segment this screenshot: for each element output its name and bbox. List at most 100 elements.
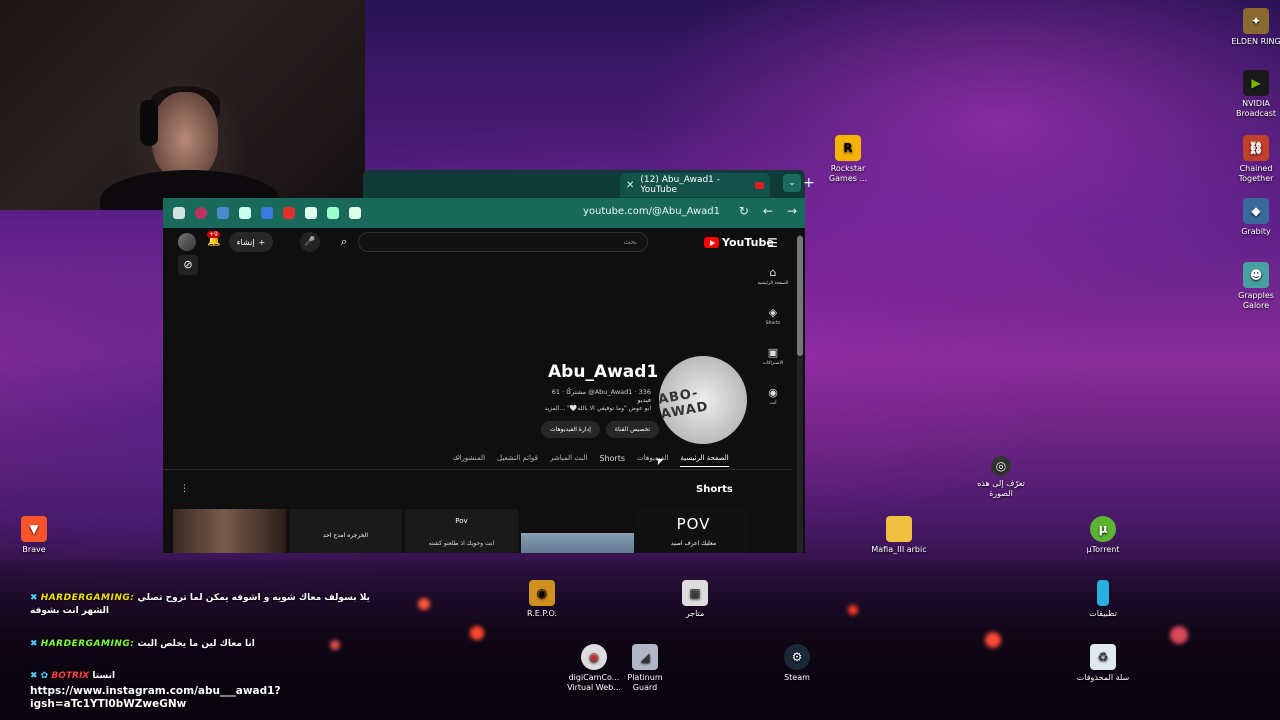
chat-text: انا معاك لين ما يخلص البث [137,639,255,649]
desktop-icon-grapples[interactable]: ☻ Grapples Galore [1226,262,1280,311]
desktop-icon-nvidia-broadcast[interactable]: ▶ NVIDIA Broadcast [1226,70,1280,119]
desktop-icon-steam[interactable]: ⚙ Steam [767,644,827,683]
more-options-icon[interactable]: ⋮ [180,484,189,494]
short-thumbnail[interactable] [173,509,286,553]
hamburger-menu-icon[interactable]: ☰ [767,236,778,250]
notification-count-badge: +9 [207,231,220,238]
repo-icon: ◉ [529,580,555,606]
youtube-play-icon [704,237,719,248]
download-icon[interactable] [239,207,251,219]
tab-posts[interactable]: المنشورات [453,454,485,467]
short-thumbnail[interactable] [521,509,634,553]
account-avatar[interactable] [178,233,196,251]
utorrent-icon: µ [1090,516,1116,542]
youtube-favicon-icon [754,181,764,189]
youtube-logo[interactable]: YouTube [704,236,774,249]
tab-playlists[interactable]: قوائم التشغيل [497,454,538,467]
short-thumbnail[interactable]: POV معليك اعرف اصيد [637,509,750,553]
tab-list-chevron-icon[interactable]: ⌄ [783,174,801,192]
sidebar-item-home[interactable]: ⌂ الصفحة الرئيسية [755,266,791,306]
shorts-icon: ◈ [768,306,778,319]
folder-icon [886,516,912,542]
desktop-icon-utorrent[interactable]: µ µTorrent [1073,516,1133,555]
sidebar-item-you[interactable]: ◉ أنت [755,386,791,426]
tab-title: (12) Abu_Awad1 - YouTube [640,175,721,195]
close-tab-icon[interactable]: ✕ [626,180,634,191]
browser-window: + ✕ (12) Abu_Awad1 - YouTube ⌄ youtube.c… [163,170,815,553]
browser-toolbar: youtube.com/@Abu_Awad1 ↻ ← → [163,198,805,228]
sidebar-item-label: أنت [769,401,777,406]
bokeh-light [470,626,484,640]
sidebar-item-label: الاشتراكات [762,361,784,366]
profile-icon[interactable] [195,207,207,219]
webcam-icon: ◉ [581,644,607,670]
channel-avatar[interactable]: ABO-AWAD [652,349,754,451]
chat-text: الشهر انت بشوفه [30,606,109,616]
customize-channel-button[interactable]: تخصيص القناة [605,421,659,438]
desktop-icon-learn-picture[interactable]: ◎ تعرّف إلى هذه الصورة [971,456,1031,499]
back-icon[interactable]: ← [763,204,773,218]
desktop-icon-repo[interactable]: ◉ R.E.P.O. [512,580,572,619]
webcam-face [152,92,218,178]
channel-description[interactable]: ابو عوض "وما توفيقي الا بالله🤍" ...المزي… [523,405,651,412]
desktop-icon-apps[interactable]: تطبيقات [1073,580,1133,619]
recycle-bin-icon: ♻ [1090,644,1116,670]
desktop-icon-elden-ring[interactable]: ✦ ELDEN RING [1226,8,1280,47]
search-icon[interactable]: ⌕ [333,232,355,252]
scrollbar-thumb[interactable] [797,236,803,356]
block-icon[interactable]: ⊘ [178,255,198,275]
sidebar-item-label: الصفحة الرئيسية [757,281,789,286]
forward-icon[interactable]: → [787,204,797,218]
desktop-icon-rockstar[interactable]: R Rockstar Games ... [818,135,878,184]
voice-search-mic-icon[interactable]: 🎤 [300,232,320,252]
browser-tab-youtube[interactable]: ✕ (12) Abu_Awad1 - YouTube [620,173,770,197]
share-icon[interactable] [349,207,361,219]
extension-icon[interactable] [261,207,273,219]
create-button[interactable]: إنشاء + [229,232,273,252]
bookmark-star-icon[interactable] [305,207,317,219]
short-thumbnail[interactable]: Pov انت وخويك اذ طلعتو كشته [405,509,518,553]
camera-icon: ◎ [991,456,1011,476]
chat-message: ✖ HARDERGAMING: انا معاك لين ما يخلص الب… [30,638,255,651]
create-label: إنشاء [236,237,255,247]
chat-username: HARDERGAMING: [40,639,135,649]
youtube-mini-sidebar: ⌂ الصفحة الرئيسية ◈ Shorts ▣ الاشتراكات … [755,266,791,426]
desktop-icon-grabity[interactable]: ◆ Grabity [1226,198,1280,237]
desktop-icon-brave[interactable]: ▼ Brave [4,516,64,555]
bokeh-light [848,605,858,615]
short-thumbnail[interactable]: الخرجره امدح احد [289,509,402,553]
desktop-icon-stores[interactable]: ▦ متاجر [665,580,725,619]
chat-instagram-link[interactable]: https://www.instagram.com/abu___awad1? i… [30,685,281,711]
elden-ring-icon: ✦ [1243,8,1269,34]
rockstar-icon: R [835,135,861,161]
short-title: POV [676,515,711,533]
desktop-icon-recycle-bin[interactable]: ♻ سلة المحذوفات [1073,644,1133,683]
shorts-section-title: Shorts [696,484,733,495]
reload-icon[interactable]: ↻ [739,204,749,218]
grapples-icon: ☻ [1243,262,1269,288]
chat-badge-icon: ✖ ✿ [30,671,49,681]
address-bar[interactable]: youtube.com/@Abu_Awad1 [583,206,720,217]
extension-icon[interactable] [283,207,295,219]
browser-tabbar: + ✕ (12) Abu_Awad1 - YouTube ⌄ [363,170,815,198]
sidebar-item-subscriptions[interactable]: ▣ الاشتراكات [755,346,791,386]
user-icon: ◉ [768,386,778,399]
menu-dots-icon[interactable] [173,207,185,219]
tab-shorts[interactable]: Shorts [599,454,625,467]
tab-live[interactable]: البث المباشر [550,454,587,467]
zoom-icon[interactable] [327,207,339,219]
sidebar-item-shorts[interactable]: ◈ Shorts [755,306,791,346]
desktop-icon-mafia[interactable]: Mafia_III arbic [869,516,929,555]
channel-tabs: الصفحة الرئيسية الفيديوهات Shorts البث ا… [453,454,729,467]
subscriptions-icon: ▣ [767,346,779,359]
tab-home[interactable]: الصفحة الرئيسية [680,454,729,467]
manage-videos-button[interactable]: إدارة الفيديوهات [541,421,600,438]
stores-grid-icon: ▦ [682,580,708,606]
new-tab-button[interactable]: + [803,175,815,191]
bokeh-light [985,632,1001,648]
desktop-icon-platinum[interactable]: ◢ Platinum Guard [615,644,675,693]
extension-icon[interactable] [217,207,229,219]
plus-icon: + [258,237,266,247]
desktop-icon-chained-together[interactable]: ⛓ Chained Together [1226,135,1280,184]
search-input[interactable]: بحث [358,232,648,252]
